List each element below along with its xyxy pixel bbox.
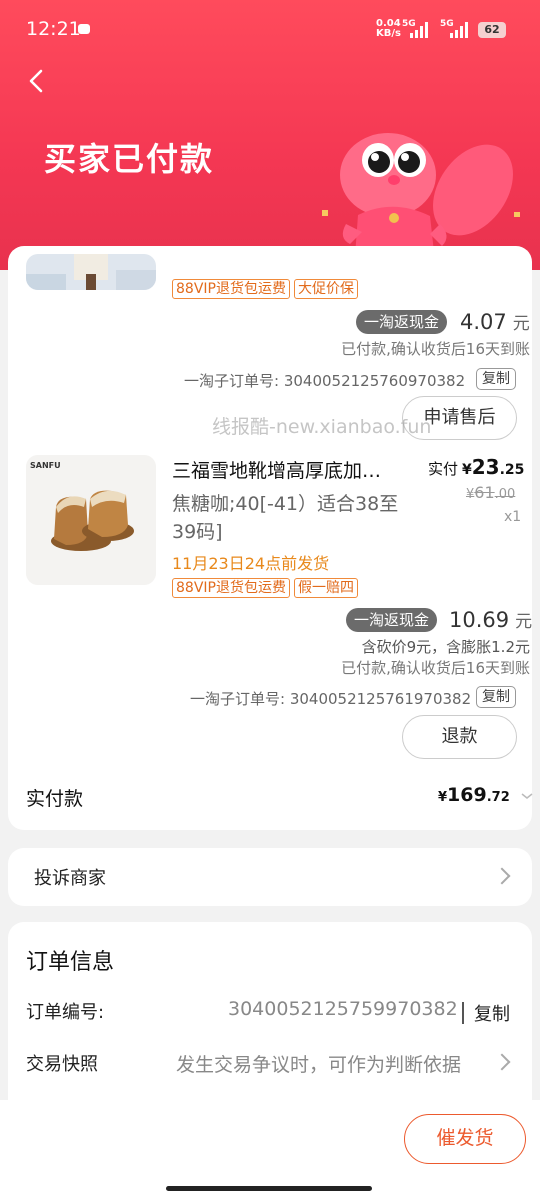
suborder-number: 一淘子订单号: 3040052125760970382 (184, 372, 466, 390)
tag-vip-return-freight: 88VIP退货包运费 (172, 279, 290, 299)
watermark: 线报酷-new.xianbao.fun (212, 416, 432, 438)
refund-button[interactable]: 退款 (402, 715, 517, 759)
total-dec: .72 (486, 790, 510, 805)
copy-suborder-button[interactable]: 复制 (476, 686, 516, 708)
product-image (26, 254, 156, 290)
total-amount[interactable]: ¥169.72 (438, 784, 534, 806)
home-indicator[interactable] (166, 1186, 372, 1191)
product-spec: 焦糖咖;40[-41）适合38至39码] (172, 493, 399, 543)
order-info-card: 订单信息 订单编号: 3040052125759970382 复制 交易快照 发… (8, 922, 532, 1122)
battery-icon: 62 (478, 22, 506, 38)
original-price: ¥61.00 (466, 483, 515, 502)
paid-price-currency: ¥ (462, 462, 472, 478)
order-info-title: 订单信息 (26, 950, 115, 975)
cashback-detail: 含砍价9元，含膨胀1.2元 (361, 638, 530, 656)
product-thumbnail[interactable]: SANFU (26, 455, 156, 585)
battery-level: 62 (484, 23, 500, 36)
original-price-int: 61 (474, 483, 495, 502)
snapshot-label[interactable]: 交易快照 (26, 1050, 98, 1076)
cashback-note: 已付款,确认收货后16天到账 (341, 340, 530, 358)
divider (462, 1002, 464, 1024)
tag-price-protection: 大促价保 (294, 279, 358, 299)
chevron-down-icon (521, 793, 533, 799)
product-thumbnail[interactable] (26, 254, 156, 290)
original-price-dec: .00 (494, 487, 516, 502)
page-title: 买家已付款 (44, 140, 215, 178)
brand-label: SANFU (30, 461, 61, 470)
cashback-amount: 4.07 元 (460, 309, 530, 334)
total-currency: ¥ (438, 790, 448, 805)
cashback-badge: 一淘返现金 (356, 310, 448, 334)
signal-icon (410, 20, 428, 38)
tag-vip-return-freight: 88VIP退货包运费 (172, 578, 290, 598)
order-no-value: 3040052125759970382 (228, 998, 458, 1020)
paid-price-int: 23 (471, 455, 500, 479)
cashback-unit: 元 (512, 314, 530, 334)
suborder-number: 一淘子订单号: 3040052125761970382 (190, 690, 472, 708)
total-int: 169 (447, 784, 487, 806)
paid-price: ¥23.25 (462, 455, 524, 479)
chevron-left-icon (29, 69, 43, 93)
status-time: 12:21 (26, 18, 81, 40)
product-image (26, 455, 156, 585)
quantity: x1 (504, 509, 522, 525)
signal-icon (450, 20, 468, 38)
app-notification-icon (78, 24, 90, 34)
copy-suborder-button[interactable]: 复制 (476, 368, 516, 390)
net-speed: 0.04 KB/s (376, 19, 401, 39)
order-no-label: 订单编号: (26, 1002, 105, 1023)
net-speed-unit: KB/s (376, 28, 401, 39)
paid-label: 实付 (428, 460, 459, 478)
complain-label: 投诉商家 (34, 868, 106, 889)
chevron-right-icon (493, 1053, 511, 1071)
back-button[interactable] (22, 66, 52, 96)
ship-deadline: 11月23日24点前发货 (172, 554, 330, 573)
tag-fake-compensation: 假一赔四 (294, 578, 358, 598)
cashback-badge: 一淘返现金 (346, 608, 438, 632)
total-label: 实付款 (26, 788, 84, 810)
cashback-unit: 元 (515, 612, 533, 632)
cashback-note: 已付款,确认收货后16天到账 (341, 659, 530, 677)
paid-price-dec: .25 (499, 462, 525, 478)
snapshot-hint[interactable]: 发生交易争议时，可作为判断依据 (176, 1050, 461, 1077)
status-bar: 12:21 0.04 KB/s 5G 5G 62 (0, 0, 540, 60)
cashback-amount: 10.69 元 (449, 607, 532, 632)
header: 12:21 0.04 KB/s 5G 5G 62 买家已付款 (0, 0, 540, 270)
cashback-amount-value: 10.69 (449, 608, 510, 632)
complain-merchant-row[interactable]: 投诉商家 (8, 848, 532, 906)
urge-shipment-button[interactable]: 催发货 (404, 1114, 526, 1164)
copy-order-no-button[interactable]: 复制 (474, 1000, 510, 1026)
product-title[interactable]: 三福雪地靴增高厚底加… (172, 456, 381, 483)
chevron-right-icon (493, 867, 511, 885)
cashback-amount-value: 4.07 (460, 310, 507, 334)
bottom-action-bar: 催发货 (0, 1100, 540, 1201)
